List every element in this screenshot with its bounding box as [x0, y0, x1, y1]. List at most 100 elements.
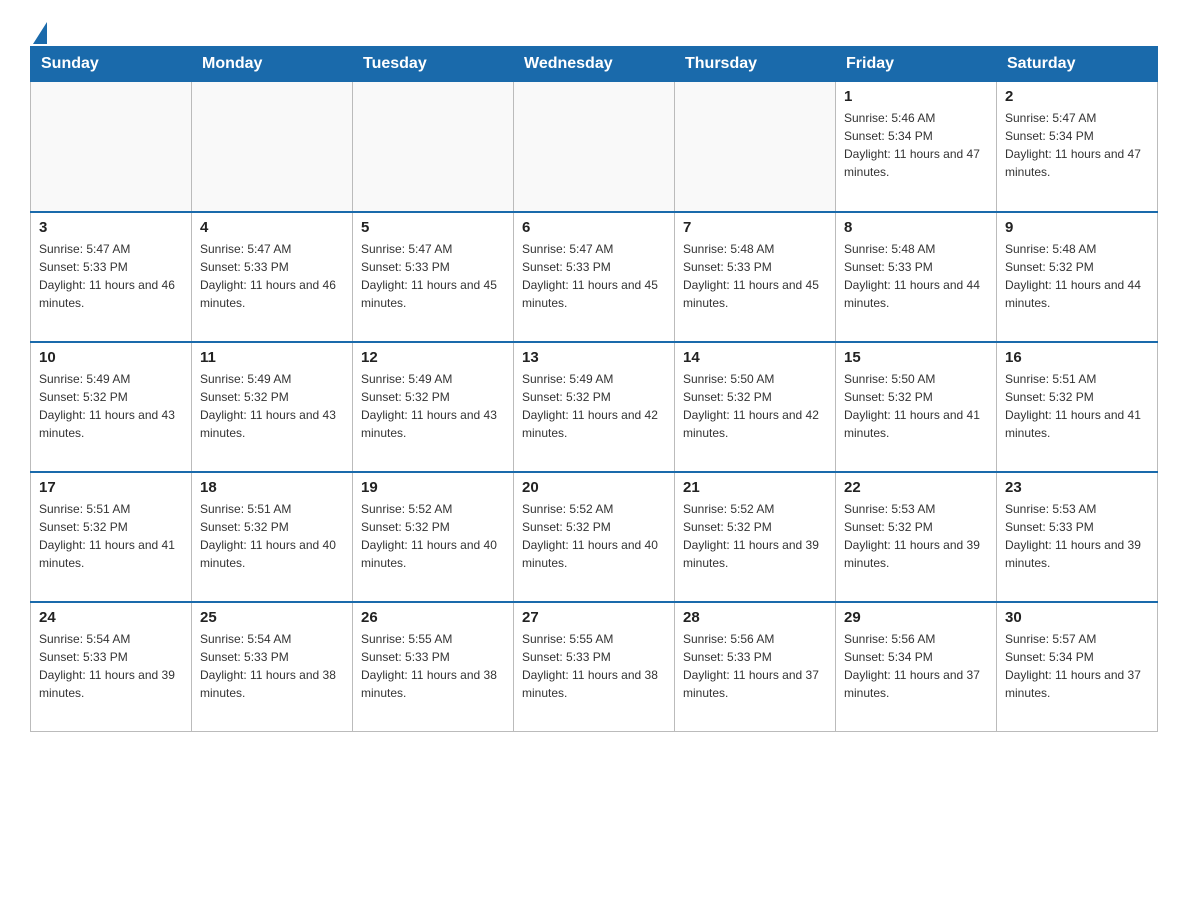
calendar-cell: 5 Sunrise: 5:47 AMSunset: 5:33 PMDaylight… — [353, 212, 514, 342]
weekday-header-saturday: Saturday — [997, 47, 1158, 82]
calendar-cell: 25 Sunrise: 5:54 AMSunset: 5:33 PMDayligh… — [192, 602, 353, 732]
day-number: 15 — [844, 349, 988, 366]
week-row-1: 1 Sunrise: 5:46 AMSunset: 5:34 PMDaylight… — [31, 82, 1158, 212]
day-info: Sunrise: 5:54 AMSunset: 5:33 PMDaylight:… — [39, 630, 183, 702]
day-number: 21 — [683, 479, 827, 496]
calendar-cell: 18 Sunrise: 5:51 AMSunset: 5:32 PMDayligh… — [192, 472, 353, 602]
day-info: Sunrise: 5:48 AMSunset: 5:33 PMDaylight:… — [844, 240, 988, 312]
day-info: Sunrise: 5:55 AMSunset: 5:33 PMDaylight:… — [361, 630, 505, 702]
calendar-cell: 7 Sunrise: 5:48 AMSunset: 5:33 PMDaylight… — [675, 212, 836, 342]
day-info: Sunrise: 5:52 AMSunset: 5:32 PMDaylight:… — [361, 500, 505, 572]
calendar-cell: 27 Sunrise: 5:55 AMSunset: 5:33 PMDayligh… — [514, 602, 675, 732]
day-info: Sunrise: 5:47 AMSunset: 5:33 PMDaylight:… — [522, 240, 666, 312]
calendar-cell: 22 Sunrise: 5:53 AMSunset: 5:32 PMDayligh… — [836, 472, 997, 602]
calendar-cell: 6 Sunrise: 5:47 AMSunset: 5:33 PMDaylight… — [514, 212, 675, 342]
day-info: Sunrise: 5:47 AMSunset: 5:33 PMDaylight:… — [39, 240, 183, 312]
weekday-header-row: SundayMondayTuesdayWednesdayThursdayFrid… — [31, 47, 1158, 82]
day-number: 26 — [361, 609, 505, 626]
day-info: Sunrise: 5:49 AMSunset: 5:32 PMDaylight:… — [39, 370, 183, 442]
day-info: Sunrise: 5:51 AMSunset: 5:32 PMDaylight:… — [1005, 370, 1149, 442]
calendar-cell: 20 Sunrise: 5:52 AMSunset: 5:32 PMDayligh… — [514, 472, 675, 602]
day-info: Sunrise: 5:48 AMSunset: 5:33 PMDaylight:… — [683, 240, 827, 312]
calendar-cell: 21 Sunrise: 5:52 AMSunset: 5:32 PMDayligh… — [675, 472, 836, 602]
calendar-cell — [192, 82, 353, 212]
calendar-cell: 17 Sunrise: 5:51 AMSunset: 5:32 PMDayligh… — [31, 472, 192, 602]
day-number: 24 — [39, 609, 183, 626]
day-info: Sunrise: 5:56 AMSunset: 5:34 PMDaylight:… — [844, 630, 988, 702]
day-info: Sunrise: 5:51 AMSunset: 5:32 PMDaylight:… — [200, 500, 344, 572]
calendar-cell: 3 Sunrise: 5:47 AMSunset: 5:33 PMDaylight… — [31, 212, 192, 342]
weekday-header-sunday: Sunday — [31, 47, 192, 82]
day-number: 23 — [1005, 479, 1149, 496]
day-info: Sunrise: 5:55 AMSunset: 5:33 PMDaylight:… — [522, 630, 666, 702]
day-number: 27 — [522, 609, 666, 626]
calendar-table: SundayMondayTuesdayWednesdayThursdayFrid… — [30, 46, 1158, 732]
day-info: Sunrise: 5:47 AMSunset: 5:33 PMDaylight:… — [361, 240, 505, 312]
day-info: Sunrise: 5:53 AMSunset: 5:32 PMDaylight:… — [844, 500, 988, 572]
day-info: Sunrise: 5:51 AMSunset: 5:32 PMDaylight:… — [39, 500, 183, 572]
day-number: 2 — [1005, 88, 1149, 105]
weekday-header-monday: Monday — [192, 47, 353, 82]
day-info: Sunrise: 5:49 AMSunset: 5:32 PMDaylight:… — [361, 370, 505, 442]
calendar-cell: 29 Sunrise: 5:56 AMSunset: 5:34 PMDayligh… — [836, 602, 997, 732]
day-number: 11 — [200, 349, 344, 366]
calendar-cell: 10Sunrise: 5:49 AMSunset: 5:32 PMDayligh… — [31, 342, 192, 472]
day-number: 28 — [683, 609, 827, 626]
page-header — [30, 20, 1158, 36]
calendar-cell: 26 Sunrise: 5:55 AMSunset: 5:33 PMDayligh… — [353, 602, 514, 732]
calendar-cell: 19 Sunrise: 5:52 AMSunset: 5:32 PMDayligh… — [353, 472, 514, 602]
day-info: Sunrise: 5:56 AMSunset: 5:33 PMDaylight:… — [683, 630, 827, 702]
calendar-cell: 11 Sunrise: 5:49 AMSunset: 5:32 PMDayligh… — [192, 342, 353, 472]
day-number: 4 — [200, 219, 344, 236]
calendar-cell: 13Sunrise: 5:49 AMSunset: 5:32 PMDayligh… — [514, 342, 675, 472]
calendar-cell — [514, 82, 675, 212]
week-row-5: 24 Sunrise: 5:54 AMSunset: 5:33 PMDayligh… — [31, 602, 1158, 732]
day-info: Sunrise: 5:47 AMSunset: 5:33 PMDaylight:… — [200, 240, 344, 312]
day-info: Sunrise: 5:46 AMSunset: 5:34 PMDaylight:… — [844, 109, 988, 181]
calendar-cell: 15 Sunrise: 5:50 AMSunset: 5:32 PMDayligh… — [836, 342, 997, 472]
day-number: 7 — [683, 219, 827, 236]
day-info: Sunrise: 5:54 AMSunset: 5:33 PMDaylight:… — [200, 630, 344, 702]
calendar-cell: 30 Sunrise: 5:57 AMSunset: 5:34 PMDayligh… — [997, 602, 1158, 732]
calendar-cell — [353, 82, 514, 212]
calendar-cell: 14Sunrise: 5:50 AMSunset: 5:32 PMDayligh… — [675, 342, 836, 472]
weekday-header-tuesday: Tuesday — [353, 47, 514, 82]
day-info: Sunrise: 5:53 AMSunset: 5:33 PMDaylight:… — [1005, 500, 1149, 572]
day-info: Sunrise: 5:49 AMSunset: 5:32 PMDaylight:… — [200, 370, 344, 442]
calendar-cell: 23 Sunrise: 5:53 AMSunset: 5:33 PMDayligh… — [997, 472, 1158, 602]
day-number: 1 — [844, 88, 988, 105]
day-number: 3 — [39, 219, 183, 236]
day-info: Sunrise: 5:48 AMSunset: 5:32 PMDaylight:… — [1005, 240, 1149, 312]
calendar-cell — [675, 82, 836, 212]
calendar-cell: 4 Sunrise: 5:47 AMSunset: 5:33 PMDaylight… — [192, 212, 353, 342]
weekday-header-thursday: Thursday — [675, 47, 836, 82]
day-info: Sunrise: 5:50 AMSunset: 5:32 PMDaylight:… — [844, 370, 988, 442]
week-row-2: 3 Sunrise: 5:47 AMSunset: 5:33 PMDaylight… — [31, 212, 1158, 342]
logo — [30, 20, 47, 36]
calendar-cell — [31, 82, 192, 212]
day-number: 22 — [844, 479, 988, 496]
day-number: 29 — [844, 609, 988, 626]
calendar-cell: 2 Sunrise: 5:47 AMSunset: 5:34 PMDaylight… — [997, 82, 1158, 212]
calendar-cell: 24 Sunrise: 5:54 AMSunset: 5:33 PMDayligh… — [31, 602, 192, 732]
day-number: 9 — [1005, 219, 1149, 236]
week-row-4: 17 Sunrise: 5:51 AMSunset: 5:32 PMDayligh… — [31, 472, 1158, 602]
day-number: 16 — [1005, 349, 1149, 366]
day-number: 5 — [361, 219, 505, 236]
day-number: 25 — [200, 609, 344, 626]
logo-triangle-icon — [33, 22, 47, 44]
day-number: 17 — [39, 479, 183, 496]
calendar-cell: 9 Sunrise: 5:48 AMSunset: 5:32 PMDaylight… — [997, 212, 1158, 342]
day-info: Sunrise: 5:52 AMSunset: 5:32 PMDaylight:… — [522, 500, 666, 572]
day-number: 30 — [1005, 609, 1149, 626]
day-info: Sunrise: 5:57 AMSunset: 5:34 PMDaylight:… — [1005, 630, 1149, 702]
calendar-cell: 28 Sunrise: 5:56 AMSunset: 5:33 PMDayligh… — [675, 602, 836, 732]
day-number: 20 — [522, 479, 666, 496]
day-info: Sunrise: 5:47 AMSunset: 5:34 PMDaylight:… — [1005, 109, 1149, 181]
day-info: Sunrise: 5:49 AMSunset: 5:32 PMDaylight:… — [522, 370, 666, 442]
day-number: 6 — [522, 219, 666, 236]
day-number: 18 — [200, 479, 344, 496]
weekday-header-friday: Friday — [836, 47, 997, 82]
day-info: Sunrise: 5:52 AMSunset: 5:32 PMDaylight:… — [683, 500, 827, 572]
day-number: 19 — [361, 479, 505, 496]
